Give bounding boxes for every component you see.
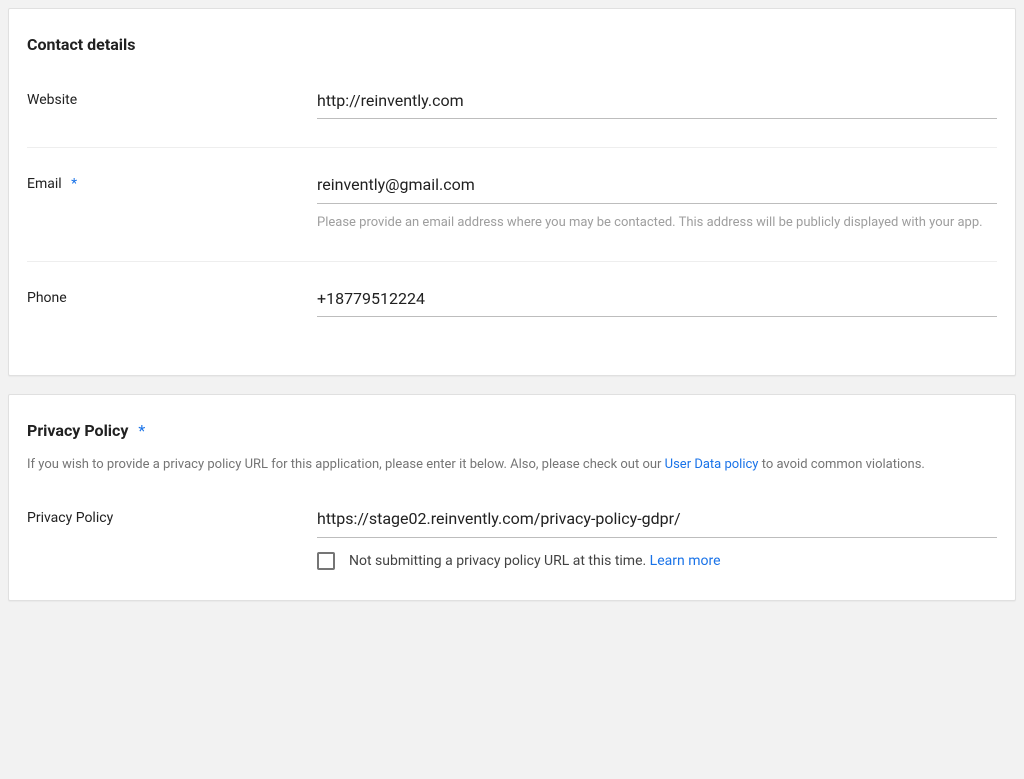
website-label: Website [27,88,317,119]
email-label: Email [27,176,62,192]
privacy-optout-checkbox[interactable] [317,552,335,570]
privacy-description: If you wish to provide a privacy policy … [27,456,997,474]
required-star-icon: * [71,176,77,192]
privacy-url-input[interactable] [317,506,997,537]
email-hint: Please provide an email address where yo… [317,214,997,233]
privacy-optout-learn-more-link[interactable]: Learn more [650,553,721,569]
website-input[interactable] [317,88,997,119]
privacy-url-row: Privacy Policy Not submitting a privacy … [27,500,997,569]
privacy-optout-row: Not submitting a privacy policy URL at t… [317,552,997,570]
phone-input[interactable] [317,286,997,317]
contact-details-title: Contact details [27,35,997,54]
email-input[interactable] [317,172,997,203]
privacy-url-field-wrap: Not submitting a privacy policy URL at t… [317,506,997,569]
website-row: Website [27,84,997,147]
required-star-icon: * [138,421,145,440]
privacy-policy-card: Privacy Policy * If you wish to provide … [8,394,1016,601]
phone-label: Phone [27,286,317,317]
privacy-url-label: Privacy Policy [27,506,317,569]
phone-row: Phone [27,261,997,345]
privacy-desc-post: to avoid common violations. [758,457,924,472]
email-field-wrap: Please provide an email address where yo… [317,172,997,232]
privacy-title: Privacy Policy [27,421,128,440]
privacy-desc-pre: If you wish to provide a privacy policy … [27,457,665,472]
website-field-wrap [317,88,997,119]
contact-details-card: Contact details Website Email * Please p… [8,8,1016,376]
privacy-optout-text: Not submitting a privacy policy URL at t… [349,553,650,569]
user-data-policy-link[interactable]: User Data policy [665,457,759,472]
email-label-wrap: Email * [27,172,317,232]
privacy-title-wrap: Privacy Policy * [27,421,997,440]
phone-field-wrap [317,286,997,317]
privacy-optout-label-wrap: Not submitting a privacy policy URL at t… [349,553,721,569]
email-row: Email * Please provide an email address … [27,147,997,260]
